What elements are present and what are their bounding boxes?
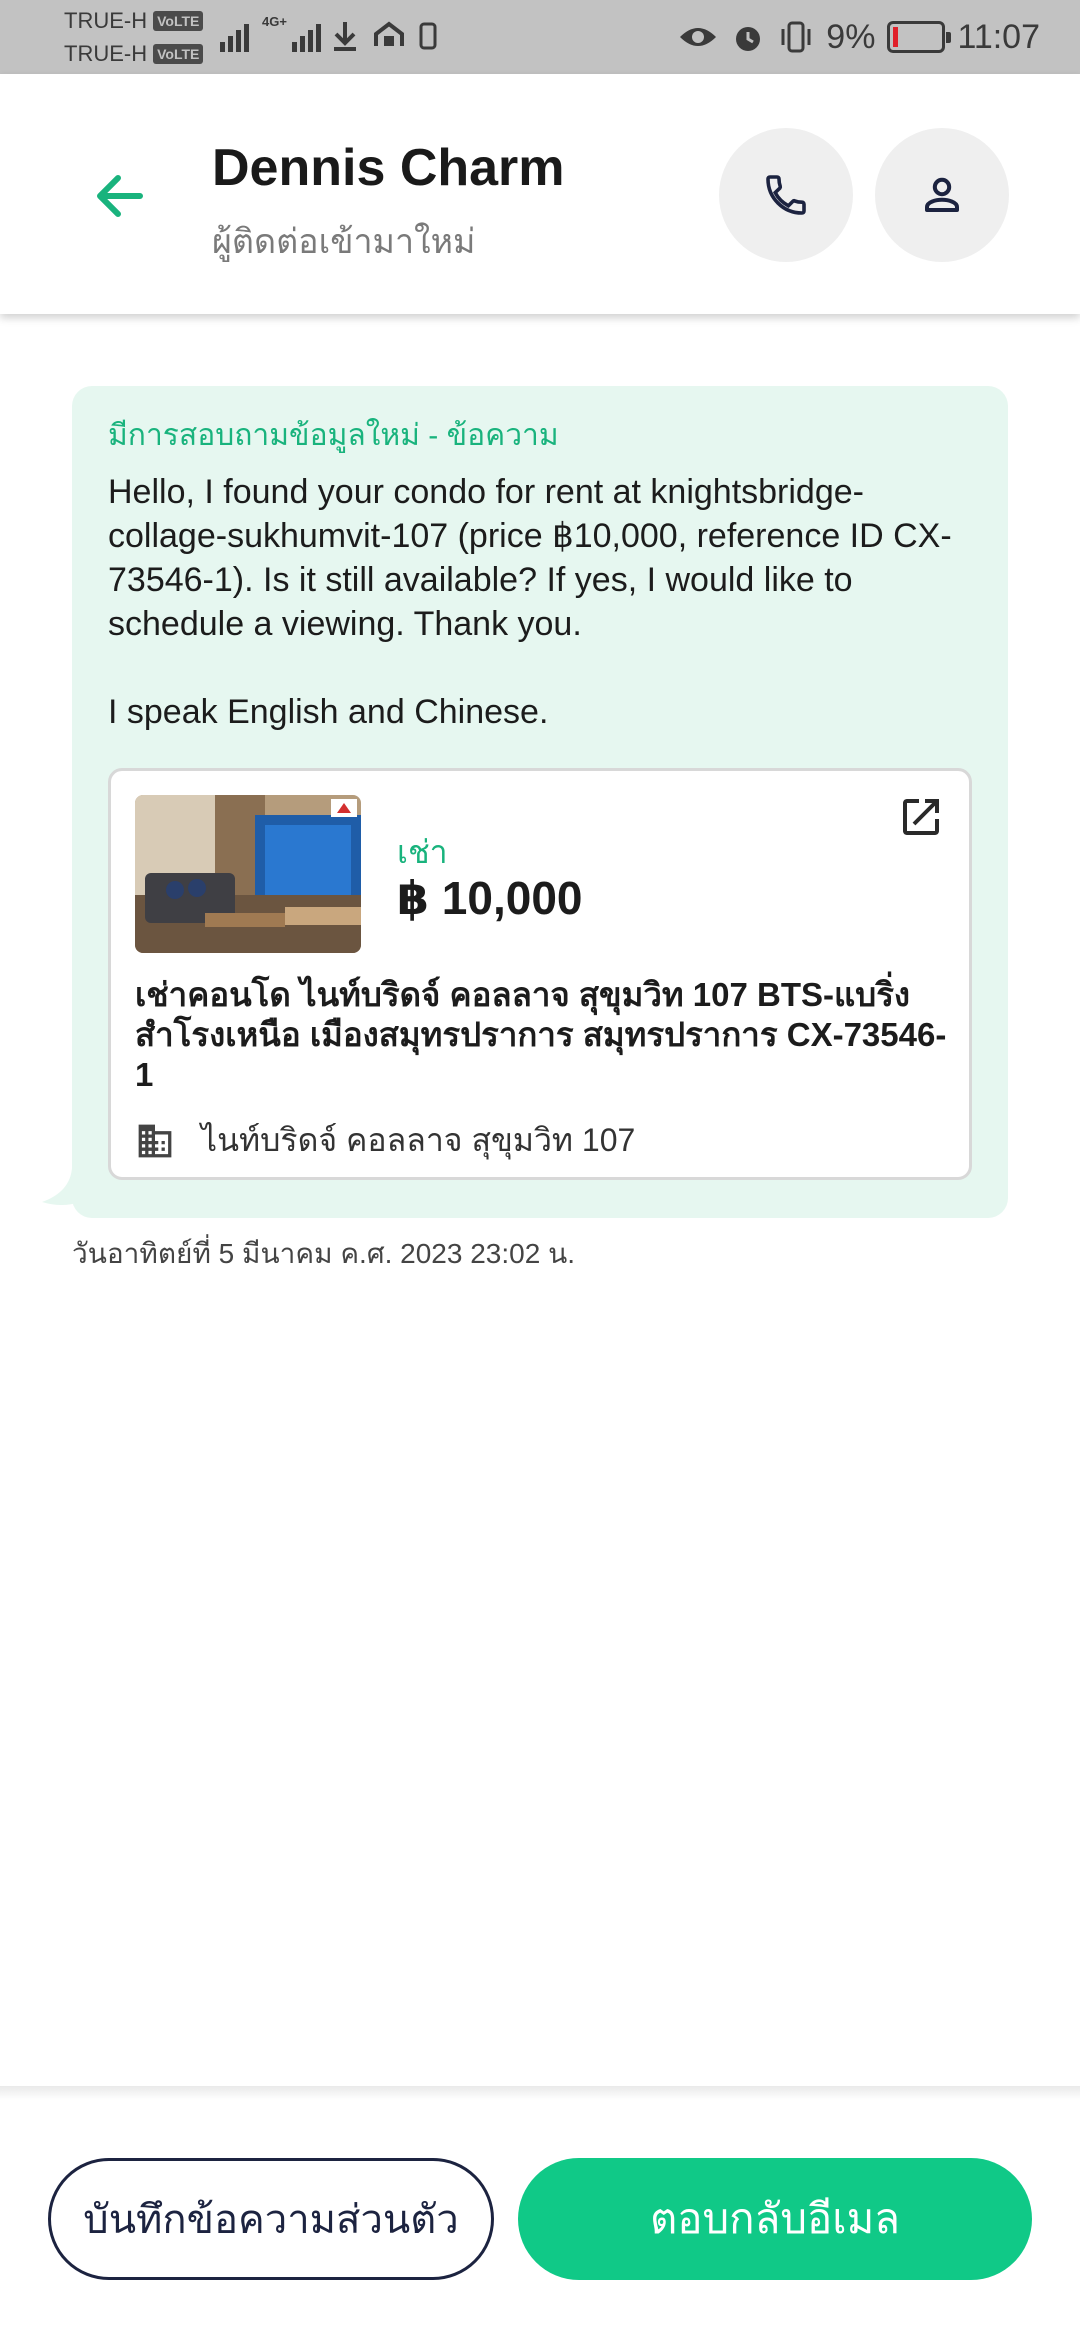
phone-icon <box>766 175 806 215</box>
carrier-2: TRUE-H VoLTE <box>64 39 204 69</box>
reply-email-button[interactable]: ตอบกลับอีเมล <box>518 2158 1032 2280</box>
listing-photo <box>135 795 361 953</box>
signal-icon <box>220 18 249 52</box>
status-right: 9% 11:07 <box>678 0 1040 74</box>
contact-profile-button[interactable] <box>875 128 1009 262</box>
volte-badge: VoLTE <box>153 11 204 31</box>
battery-percent: 9% <box>826 17 876 56</box>
contact-status: ผู้ติดต่อเข้ามาใหม่ <box>212 223 476 261</box>
alarm-icon <box>736 27 761 51</box>
listing-card[interactable]: เช่า ฿ 10,000 เช่าคอนโด ไนท์บริดจ์ คอลลา… <box>108 768 972 1180</box>
notification-icons <box>330 16 438 56</box>
eye-icon <box>680 28 717 46</box>
conversation-header: Dennis Charm ผู้ติดต่อเข้ามาใหม่ <box>0 74 1080 314</box>
bottom-divider <box>0 2086 1080 2100</box>
carrier-1-label: TRUE-H <box>64 8 148 33</box>
listing-price: ฿ 10,000 <box>397 872 583 924</box>
building-name: ไนท์บริดจ์ คอลลาจ สุขุมวิท 107 <box>201 1122 636 1158</box>
back-button[interactable] <box>80 164 160 228</box>
message-timestamp: วันอาทิตย์ที่ 5 มีนาคม ค.ศ. 2023 23:02 น… <box>72 1238 576 1269</box>
building-row: ไนท์บริดจ์ คอลลาจ สุขุมวิท 107 <box>135 1115 635 1166</box>
contact-name: Dennis Charm <box>212 139 565 197</box>
person-icon <box>925 177 959 212</box>
carrier-2-label: TRUE-H <box>64 41 148 66</box>
open-in-new-icon <box>903 799 939 835</box>
condo-photo <box>135 795 361 953</box>
carrier-1: TRUE-H VoLTE <box>64 6 204 36</box>
volte-badge: VoLTE <box>153 44 204 64</box>
message-body: Hello, I found your condo for rent at kn… <box>108 473 952 731</box>
download-icon <box>334 22 356 51</box>
open-listing-button[interactable] <box>893 789 949 845</box>
call-button[interactable] <box>719 128 853 262</box>
signal-icon-2 <box>292 18 321 52</box>
clock: 11:07 <box>957 17 1040 56</box>
message-title: มีการสอบถามข้อมูลใหม่ - ข้อความ <box>108 419 559 452</box>
listing-title: เช่าคอนโด ไนท์บริดจ์ คอลลาจ สุขุมวิท 107… <box>135 976 947 1093</box>
battery-icon <box>887 21 952 53</box>
arrow-left-icon <box>97 175 143 217</box>
home-icon <box>374 21 404 46</box>
network-type: 4G+ <box>262 14 287 29</box>
vibrate-icon <box>781 21 811 53</box>
phone-icon <box>419 22 437 50</box>
inquiry-message: มีการสอบถามข้อมูลใหม่ - ข้อความ Hello, I… <box>72 386 1008 1218</box>
private-note-button[interactable]: บันทึกข้อความส่วนตัว <box>48 2158 494 2280</box>
status-bar: TRUE-H VoLTE TRUE-H VoLTE 4G+ 9% 11:07 <box>0 0 1080 74</box>
building-icon <box>138 1124 172 1157</box>
